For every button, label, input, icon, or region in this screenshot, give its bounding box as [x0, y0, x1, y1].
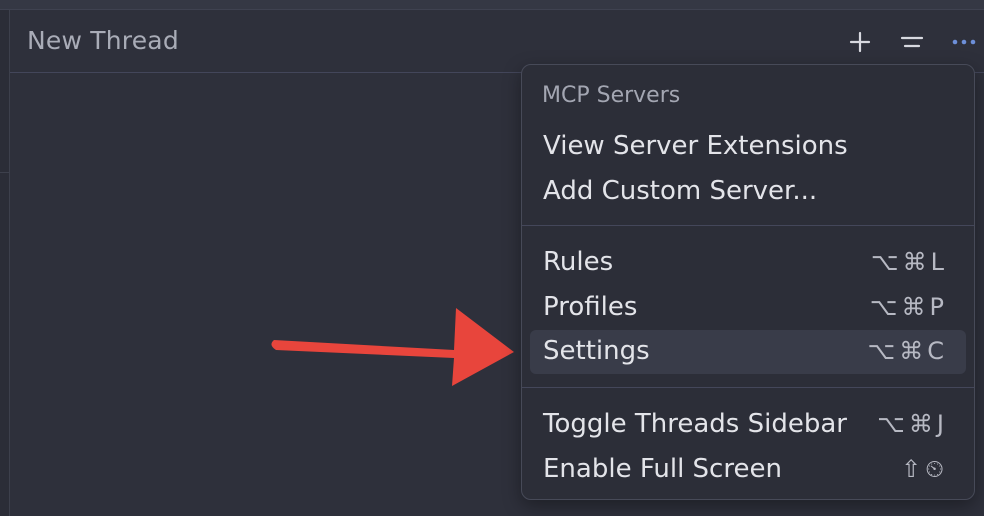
menu-item-label: Enable Full Screen — [543, 454, 782, 484]
new-thread-button[interactable] — [846, 28, 874, 56]
more-options-menu: MCP Servers View Server Extensions Add C… — [521, 64, 975, 500]
ellipsis-icon — [952, 39, 976, 45]
menu-item-shortcut: ⌥⌘P — [869, 293, 948, 321]
thread-title: New Thread — [27, 26, 179, 55]
collapse-button[interactable] — [898, 28, 926, 56]
top-strip — [0, 0, 984, 10]
app-window: New Thread MCP Servers View Server Exten… — [0, 0, 984, 516]
menu-item-settings[interactable]: Settings ⌥⌘C — [530, 330, 966, 374]
menu-item-shortcut: ⌥⌘C — [867, 337, 948, 365]
plus-icon — [849, 31, 871, 53]
left-panel-gutter — [0, 10, 10, 516]
menu-item-label: Toggle Threads Sidebar — [543, 409, 847, 439]
menu-item-label: Settings — [543, 336, 650, 366]
menu-item-profiles[interactable]: Profiles ⌥⌘P — [530, 286, 966, 330]
menu-item-label: Add Custom Server... — [543, 176, 818, 206]
menu-item-shortcut: ⇧⏲ — [901, 455, 948, 483]
gutter-divider — [0, 172, 9, 173]
menu-item-shortcut: ⌥⌘J — [877, 410, 948, 438]
menu-item-toggle-threads-sidebar[interactable]: Toggle Threads Sidebar ⌥⌘J — [530, 403, 966, 447]
equals-icon — [900, 36, 924, 48]
red-arrow-right-icon — [271, 308, 514, 386]
menu-item-rules[interactable]: Rules ⌥⌘L — [530, 241, 966, 285]
menu-item-label: Rules — [543, 247, 614, 277]
more-options-button[interactable] — [950, 28, 978, 56]
menu-item-add-custom-server[interactable]: Add Custom Server... — [530, 170, 966, 214]
menu-item-label: View Server Extensions — [543, 131, 848, 161]
menu-item-view-server-extensions[interactable]: View Server Extensions — [530, 125, 966, 169]
menu-item-shortcut: ⌥⌘L — [870, 248, 948, 276]
menu-section-mcp-servers: MCP Servers — [542, 83, 681, 108]
menu-divider — [522, 225, 974, 226]
menu-item-label: Profiles — [543, 292, 638, 322]
menu-item-enable-full-screen[interactable]: Enable Full Screen ⇧⏲ — [530, 448, 966, 492]
menu-divider — [522, 387, 974, 388]
